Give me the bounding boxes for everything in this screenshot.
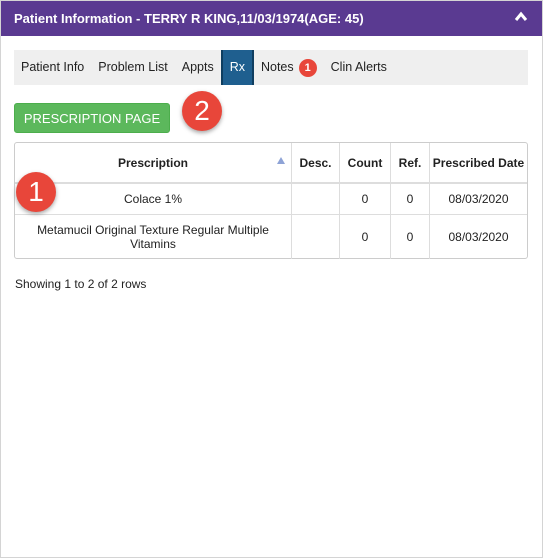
notes-count-badge: 1 [298,58,317,77]
cell-count: 0 [339,183,391,215]
cell-date: 08/03/2020 [448,230,509,244]
column-header-ref[interactable]: Ref. [390,143,430,184]
column-header-desc[interactable]: Desc. [291,143,340,184]
pagination-summary: Showing 1 to 2 of 2 rows [15,277,147,291]
table-row[interactable]: Colace 1% 0 0 08/03/2020 [15,183,527,215]
prescription-page-button[interactable]: PRESCRIPTION PAGE [14,103,170,133]
cell-ref: 0 [390,183,430,215]
prescription-table: Prescription Desc. Count Ref. Prescribed… [14,142,528,259]
column-header-prescribed-date[interactable]: Prescribed Date [429,143,527,184]
callout-marker-two: 2 [182,91,222,131]
column-header-count[interactable]: Count [339,143,391,184]
tab-bar: Patient Info Problem List Appts Rx Notes… [14,50,528,85]
tab-appts[interactable]: Appts [175,50,221,85]
cell-prescription: Metamucil Original Texture Regular Multi… [15,214,292,259]
tab-clin-alerts[interactable]: Clin Alerts [324,50,394,85]
sort-ascending-icon[interactable] [277,156,285,164]
panel-title: Patient Information - TERRY R KING,11/03… [14,11,364,26]
table-row[interactable]: Metamucil Original Texture Regular Multi… [15,214,527,259]
column-header-prescription[interactable]: Prescription [15,143,292,184]
patient-information-panel: Patient Information - TERRY R KING,11/03… [0,0,543,558]
cell-ref: 0 [390,214,430,259]
cell-desc [291,183,340,215]
cell-date: 08/03/2020 [429,183,527,215]
tab-patient-info[interactable]: Patient Info [14,50,91,85]
panel-header: Patient Information - TERRY R KING,11/03… [1,1,542,36]
cell-prescription: Colace 1% [15,183,292,215]
chevron-up-icon[interactable] [514,10,528,24]
tab-notes[interactable]: Notes 1 [254,50,324,85]
callout-marker-one: 1 [16,172,56,212]
cell-count: 0 [339,214,391,259]
tab-problem-list[interactable]: Problem List [91,50,174,85]
cell-desc [291,214,340,259]
tab-rx[interactable]: Rx [220,50,254,85]
